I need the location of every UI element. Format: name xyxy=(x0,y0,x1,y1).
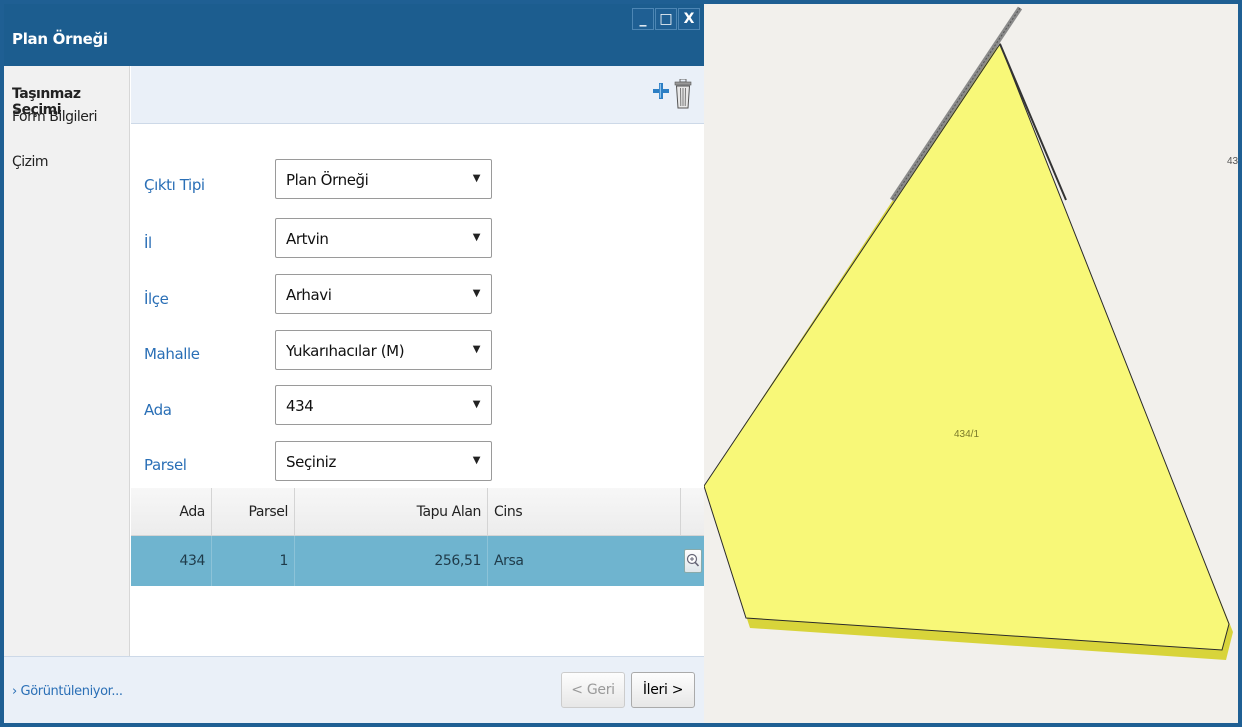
label-parsel: Parsel xyxy=(144,456,187,474)
trash-icon[interactable] xyxy=(674,78,692,112)
dropdown-arrow-icon: ▼ xyxy=(472,173,481,184)
table-row[interactable]: 434 1 256,51 Arsa xyxy=(131,536,704,586)
cell-cins: Arsa xyxy=(494,553,524,569)
window-controls: _ □ X xyxy=(631,8,700,30)
column-header-parsel[interactable]: Parsel xyxy=(212,488,295,535)
label-ilce: İlçe xyxy=(144,290,169,308)
magnifier-icon xyxy=(686,553,700,567)
select-value: Plan Örneği xyxy=(286,171,369,189)
select-value: Seçiniz xyxy=(286,453,336,471)
dialog-footer: › Görüntüleniyor... < Geri İleri > xyxy=(4,656,704,723)
next-button[interactable]: İleri > xyxy=(631,672,695,708)
select-mahalle[interactable]: Yukarıhacılar (M) ▼ xyxy=(275,330,492,370)
select-ilce[interactable]: Arhavi ▼ xyxy=(275,274,492,314)
close-button[interactable]: X xyxy=(678,8,700,30)
cell-parsel: 1 xyxy=(212,536,295,586)
sidebar-item-form-bilgileri[interactable]: Form Bilgileri xyxy=(12,109,98,125)
dropdown-arrow-icon: ▼ xyxy=(472,344,481,355)
status-text: › Görüntüleniyor... xyxy=(12,684,123,699)
grid-header: Ada Parsel Tapu Alan Cins xyxy=(131,488,704,536)
plus-icon[interactable] xyxy=(653,82,669,103)
select-il[interactable]: Artvin ▼ xyxy=(275,218,492,258)
minimize-button[interactable]: _ xyxy=(632,8,654,30)
dropdown-arrow-icon: ▼ xyxy=(472,455,481,466)
dropdown-arrow-icon: ▼ xyxy=(472,399,481,410)
parcel-polygon xyxy=(704,42,1230,651)
wizard-sidebar: Taşınmaz Seçimi Form Bilgileri Çizim xyxy=(4,66,130,656)
wizard-content: Çıktı Tipi Plan Örneği ▼ İl Artvin ▼ İlç… xyxy=(131,66,704,656)
column-header-cins[interactable]: Cins xyxy=(488,488,681,535)
select-value: Arhavi xyxy=(286,286,332,304)
label-il: İl xyxy=(144,234,152,252)
select-value: Yukarıhacılar (M) xyxy=(286,342,405,360)
maximize-button[interactable]: □ xyxy=(655,8,677,30)
cell-tapu-alan: 256,51 xyxy=(295,536,488,586)
dropdown-arrow-icon: ▼ xyxy=(472,232,481,243)
cell-ada: 434 xyxy=(131,536,212,586)
map-view[interactable]: 434/1 43 xyxy=(704,4,1238,723)
dropdown-arrow-icon: ▼ xyxy=(472,288,481,299)
select-value: Artvin xyxy=(286,230,329,248)
dialog-title: Plan Örneği xyxy=(12,30,108,48)
select-parsel[interactable]: Seçiniz ▼ xyxy=(275,441,492,481)
back-button[interactable]: < Geri xyxy=(561,672,625,708)
dialog-titlebar[interactable]: Plan Örneği _ □ X xyxy=(4,4,704,66)
column-header-ada[interactable]: Ada xyxy=(131,488,212,535)
map-edge-label: 43 xyxy=(1227,156,1238,167)
map-canvas[interactable]: 434/1 43 xyxy=(704,4,1238,723)
sidebar-item-cizim[interactable]: Çizim xyxy=(12,154,49,170)
parcel-label: 434/1 xyxy=(954,429,979,440)
label-mahalle: Mahalle xyxy=(144,345,200,363)
label-ada: Ada xyxy=(144,401,172,419)
plan-ornegi-dialog: Plan Örneği _ □ X Taşınmaz Seçimi Form B… xyxy=(4,4,704,723)
content-toolbar xyxy=(131,66,704,124)
label-cikti-tipi: Çıktı Tipi xyxy=(144,176,205,194)
select-ada[interactable]: 434 ▼ xyxy=(275,385,492,425)
zoom-to-parcel-button[interactable] xyxy=(684,549,702,573)
select-value: 434 xyxy=(286,397,314,415)
column-header-tapu-alan[interactable]: Tapu Alan xyxy=(295,488,488,535)
select-cikti-tipi[interactable]: Plan Örneği ▼ xyxy=(275,159,492,199)
